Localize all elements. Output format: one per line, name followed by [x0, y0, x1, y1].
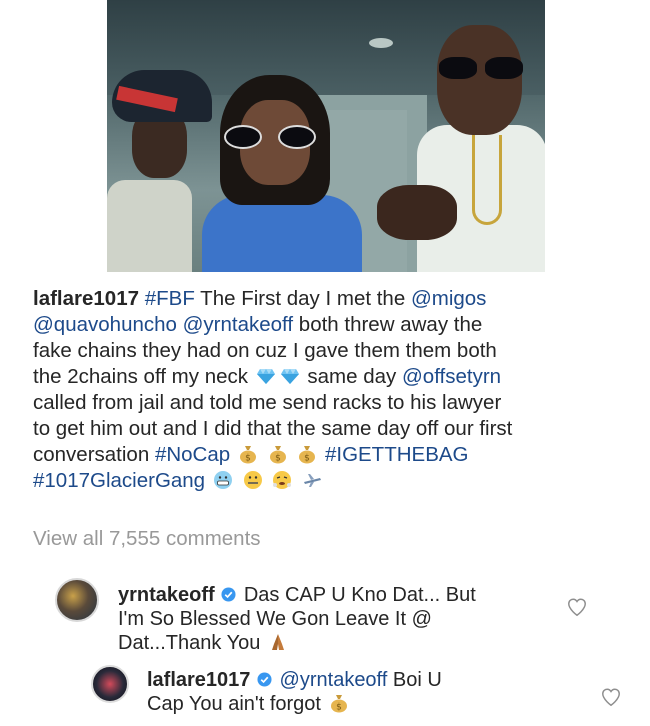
hashtag-fbf[interactable]: #FBF [145, 287, 195, 310]
view-all-comments-link[interactable]: View all 7,555 comments [33, 527, 261, 551]
hashtag-nocap[interactable]: #NoCap [155, 443, 230, 466]
mention-yrntakeoff[interactable]: @yrntakeoff [183, 313, 293, 336]
mention-migos[interactable]: @migos [411, 287, 487, 310]
verified-badge-icon [221, 587, 236, 602]
hashtag-1017glaciergang[interactable]: #1017GlacierGang [33, 469, 205, 492]
caption-line-7: conversation #NoCap $ $ $ #IGETTHEBAG [33, 443, 469, 466]
avatar[interactable] [91, 665, 129, 703]
svg-text:$: $ [245, 454, 251, 464]
like-heart-icon[interactable] [600, 686, 622, 708]
money-bag-icon: $ [330, 695, 347, 713]
photo-person-center [202, 75, 362, 272]
svg-text:$: $ [336, 703, 342, 713]
comment-item: yrntakeoff Das CAP U Kno Dat... But I'm … [118, 583, 538, 655]
photo-person-right [377, 25, 545, 272]
caption-line-3: fake chains they had on cuz I gave them … [33, 339, 497, 362]
hashtag-igetthebag[interactable]: #IGETTHEBAG [325, 443, 469, 466]
comment-username[interactable]: laflare1017 [147, 669, 250, 691]
comment-mention[interactable]: @yrntakeoff [280, 669, 388, 691]
comment-text: Dat...Thank You [118, 632, 261, 654]
svg-text:$: $ [304, 454, 310, 464]
post-caption: laflare1017 #FBF The First day I met the… [33, 286, 633, 494]
money-bag-icon: $ [269, 446, 286, 464]
grimacing-face-icon [213, 471, 232, 489]
zipper-mouth-face-icon [243, 471, 262, 489]
mention-quavohuncho[interactable]: @quavohuncho [33, 313, 177, 336]
post-photo[interactable] [107, 0, 545, 272]
comment-text: Cap You ain't forgot [147, 693, 321, 715]
airplane-icon [303, 474, 321, 487]
post-username[interactable]: laflare1017 [33, 287, 139, 310]
mention-offsetyrn[interactable]: @offsetyrn [402, 365, 501, 388]
like-heart-icon[interactable] [566, 596, 588, 618]
caption-line-2: @quavohuncho @yrntakeoff both threw away… [33, 313, 483, 336]
gem-icon [256, 369, 275, 384]
money-bag-icon: $ [239, 446, 256, 464]
gem-icon [280, 369, 299, 384]
caption-line-8: #1017GlacierGang [33, 468, 633, 494]
svg-text:$: $ [275, 454, 281, 464]
photo-person-left [107, 70, 212, 272]
comment-username[interactable]: yrntakeoff [118, 584, 215, 606]
comment-text: Das CAP U Kno Dat... But [243, 584, 476, 606]
money-bag-icon: $ [299, 446, 316, 464]
avatar[interactable] [55, 578, 99, 622]
caption-line-5: called from jail and told me send racks … [33, 391, 502, 414]
comment-text: Boi U [387, 669, 442, 691]
face-with-steam-icon [273, 471, 292, 489]
caption-line-6: to get him out and I did that the same d… [33, 417, 513, 440]
folded-hands-icon [271, 634, 284, 650]
caption-line-4: the 2chains off my neck same day @offset… [33, 365, 502, 388]
verified-badge-icon [257, 672, 272, 687]
caption-line-1: laflare1017 #FBF The First day I met the… [33, 287, 487, 310]
comment-text: I'm So Blessed We Gon Leave It @ [118, 608, 432, 630]
comment-item: laflare1017 @yrntakeoff Boi U Cap You ai… [147, 668, 527, 716]
